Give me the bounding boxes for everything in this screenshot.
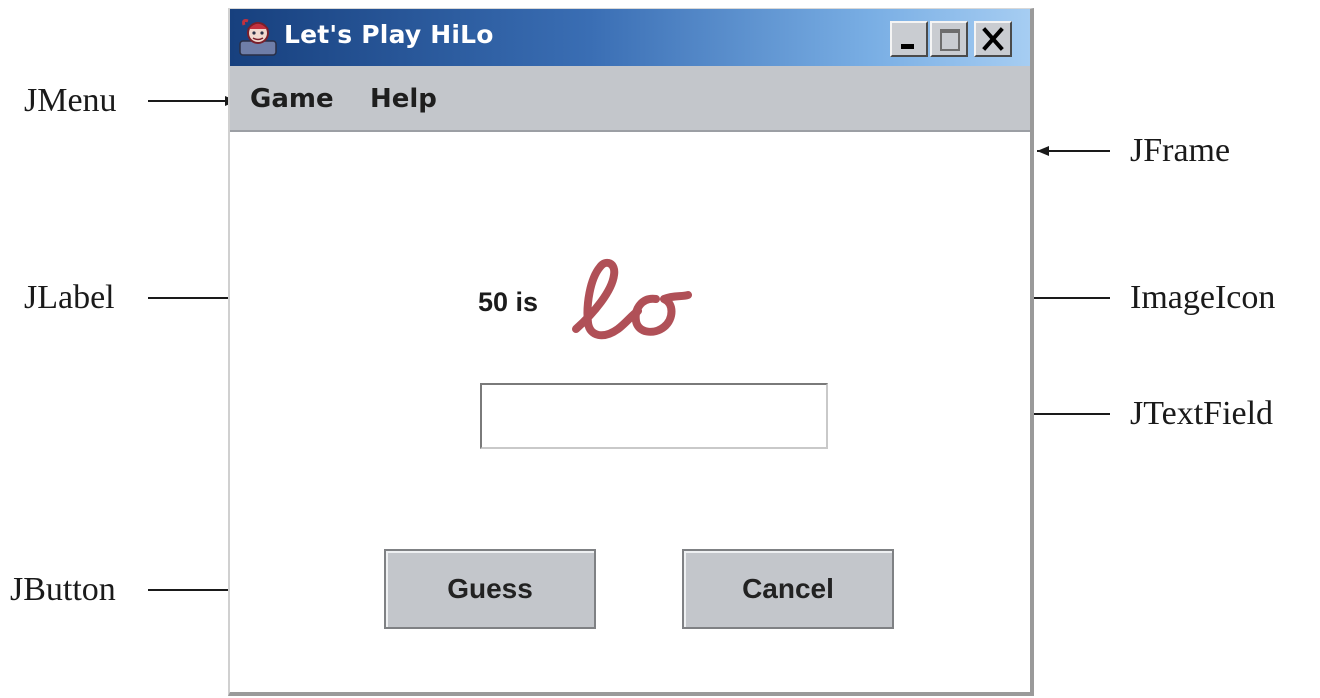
result-label: 50 is [478,287,539,317]
menu-game[interactable]: Game [250,84,334,114]
menu-bar: Game Help [230,66,1030,132]
jbutton-callout: JButton [10,571,116,608]
minimize-icon [901,44,914,49]
cancel-button[interactable]: Cancel [682,549,894,629]
maximize-icon [940,29,960,51]
guess-input[interactable] [480,383,828,449]
guess-button[interactable]: Guess [384,549,596,629]
close-button[interactable] [974,21,1012,57]
hilo-window: Let's Play HiLo Game Help 50 is Guess Ca… [228,8,1034,696]
title-bar[interactable]: Let's Play HiLo [230,9,1030,66]
jlabel-callout: JLabel [24,279,115,316]
window-title: Let's Play HiLo [284,20,494,49]
imageicon-callout: ImageIcon [1130,279,1276,316]
jtextfield-callout: JTextField [1130,395,1274,432]
menu-help[interactable]: Help [370,84,437,114]
close-icon [982,27,1004,51]
minimize-button[interactable] [890,21,928,57]
handwritten-lo-icon [572,258,692,340]
maximize-button[interactable] [930,21,968,57]
app-icon [239,19,277,56]
jframe-callout: JFrame [1130,132,1231,169]
jmenu-callout: JMenu [24,82,117,119]
